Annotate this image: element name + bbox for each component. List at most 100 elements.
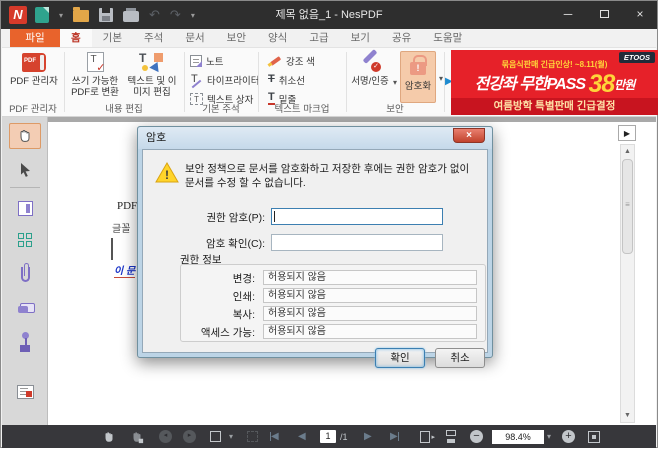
tab-advanced[interactable]: 고급	[298, 29, 339, 47]
first-page-button[interactable]: ◀	[270, 425, 279, 448]
continuous-view-button[interactable]	[446, 425, 456, 448]
cursor-arrow-icon	[20, 163, 30, 177]
single-page-icon	[420, 430, 435, 443]
permission-value: 허용되지 않음	[263, 324, 477, 339]
hand-pan-button[interactable]	[102, 425, 116, 448]
page-mode-caret-icon[interactable]: ▾	[229, 425, 233, 448]
paperclip-icon	[20, 262, 30, 282]
ad-price-unit: 만원	[614, 78, 635, 92]
lock-icon	[410, 55, 427, 75]
tab-help[interactable]: 도움말	[422, 29, 473, 47]
permission-password-input[interactable]	[271, 208, 443, 225]
fit-screen-icon	[588, 430, 600, 443]
single-page-view-button[interactable]	[420, 425, 435, 448]
permission-row: 변경: 허용되지 않음	[181, 270, 477, 285]
tab-view[interactable]: 보기	[340, 29, 381, 47]
scroll-down-icon[interactable]: ▼	[621, 409, 634, 422]
page-number-box[interactable]: 1	[320, 425, 336, 448]
page-total-label: /1	[340, 431, 348, 442]
tab-security[interactable]: 보안	[216, 29, 257, 47]
strikethrough-button[interactable]: T 취소선	[268, 72, 305, 87]
dialog-warning-text: 보안 정책으로 문서를 암호화하고 저장한 후에는 권한 암호가 없이 문서를 …	[185, 163, 470, 190]
history-back-button[interactable]: ◂	[159, 425, 172, 448]
stamp-panel-button[interactable]	[9, 327, 41, 353]
convert-writable-pdf-button[interactable]: 쓰기 가능한 PDF로 변환	[68, 50, 122, 99]
svg-text:!: !	[165, 168, 169, 182]
tab-basic[interactable]: 기본	[92, 29, 133, 47]
window-controls: ─ ×	[557, 5, 651, 23]
panel-toggle-button[interactable]: ▶	[618, 125, 636, 141]
document-text: PDF	[117, 200, 138, 212]
permission-row: 액세스 가능: 허용되지 않음	[181, 324, 477, 339]
dialog-title: 암호	[138, 127, 492, 149]
tab-forms[interactable]: 양식	[257, 29, 298, 47]
confirm-password-label: 암호 확인(C):	[205, 238, 265, 250]
warning-icon: !	[155, 162, 179, 188]
statusbar: ◂ ▸ ▾ ◀ ◀ 1 /1 ▶ ▶ − 98.4% ▾ +	[2, 425, 656, 448]
fullscreen-button[interactable]	[588, 425, 600, 448]
zoom-in-button[interactable]: +	[562, 425, 575, 448]
document-link-text: 이 문	[114, 262, 136, 278]
ad-headline: 전강좌 무한PASS 38만원	[474, 70, 636, 98]
ad-tagline: 묶음식판매 긴급인상! ~8.11(월)	[501, 60, 608, 69]
next-page-button[interactable]: ▶	[364, 425, 372, 448]
highlight-color-button[interactable]: 강조 색	[268, 53, 315, 68]
permission-info-groupbox: 변경: 허용되지 않음 인쇄: 허용되지 않음 복사: 허용되지 않음 액세스 …	[180, 264, 486, 342]
zoom-out-button[interactable]: −	[470, 425, 483, 448]
bookmark-icon	[17, 200, 33, 216]
permission-value: 허용되지 않음	[263, 306, 477, 321]
hand-select-button[interactable]	[130, 425, 144, 448]
history-forward-button[interactable]: ▸	[183, 425, 196, 448]
cancel-button[interactable]: 취소	[435, 348, 485, 368]
last-page-button[interactable]: ▶	[390, 425, 399, 448]
note-button[interactable]: 노트	[190, 53, 223, 68]
ok-button[interactable]: 확인	[375, 348, 425, 368]
group-label-markup: 텍스트 마크업	[274, 104, 330, 115]
vertical-scrollbar[interactable]: ▲ ▼	[620, 144, 635, 423]
maximize-button[interactable]	[593, 5, 615, 23]
sign-caret-icon[interactable]: ▾	[393, 78, 397, 87]
bookmarks-panel-button[interactable]	[9, 195, 41, 221]
attachments-panel-button[interactable]	[9, 261, 41, 287]
scroll-up-icon[interactable]: ▲	[621, 145, 634, 158]
hand-tool-button[interactable]	[9, 123, 41, 149]
titlebar: N ▾ ↶ ↷ ▾ 제목 없음_1 - NesPDF ─ ×	[1, 1, 657, 29]
comments-panel-button[interactable]	[9, 295, 41, 321]
tab-comment[interactable]: 주석	[133, 29, 174, 47]
sign-certify-button[interactable]: 서명/인증	[348, 50, 392, 87]
confirm-password-input[interactable]	[271, 234, 443, 251]
application-frame: N ▾ ↶ ↷ ▾ 제목 없음_1 - NesPDF ─ × 파일 홈 기본 주…	[0, 0, 658, 448]
close-button[interactable]: ×	[629, 5, 651, 23]
tab-share[interactable]: 공유	[381, 29, 422, 47]
group-label-content-edit: 내용 편집	[105, 104, 143, 115]
tab-file[interactable]: 파일	[10, 29, 60, 47]
signatures-panel-button[interactable]	[9, 379, 41, 405]
password-dialog: 암호 × ! 보안 정책으로 문서를 암호화하고 저장한 후에는 권한 암호가 …	[137, 126, 493, 368]
dialog-body: ! 보안 정책으로 문서를 암호화하고 저장한 후에는 권한 암호가 없이 문서…	[142, 149, 488, 368]
certificate-icon	[16, 385, 34, 399]
encrypt-caret-icon[interactable]: ▾	[439, 74, 443, 83]
tab-document[interactable]: 문서	[174, 29, 215, 47]
sign-pen-icon	[359, 52, 381, 72]
group-label-pdf-manager: PDF 관리자	[9, 104, 57, 115]
ad-banner[interactable]: ETOOS 묶음식판매 긴급인상! ~8.11(월) 전강좌 무한PASS 38…	[451, 50, 658, 115]
zoom-caret-icon[interactable]: ▾	[547, 425, 551, 448]
edit-text-image-button[interactable]: T 텍스트 및 이미지 편집	[124, 50, 180, 99]
page-display-mode-button[interactable]	[210, 425, 221, 448]
dialog-close-button[interactable]: ×	[453, 128, 485, 143]
permission-value: 허용되지 않음	[263, 288, 477, 303]
prev-page-button[interactable]: ◀	[298, 425, 306, 448]
pdf-manager-button[interactable]: PDF 관리자	[8, 50, 60, 87]
zoom-level-box[interactable]: 98.4%	[492, 425, 544, 448]
scrollbar-thumb[interactable]	[622, 159, 633, 254]
thumbnails-panel-button[interactable]	[9, 227, 41, 253]
typewriter-button[interactable]: 타이프라이터	[190, 72, 259, 87]
tab-home[interactable]: 홈	[60, 29, 92, 47]
text-cursor	[111, 238, 113, 260]
pdf-book-icon	[22, 52, 46, 72]
select-tool-button[interactable]	[9, 157, 41, 183]
snapshot-button[interactable]	[247, 425, 258, 448]
encrypt-button[interactable]: 암호화	[400, 51, 436, 103]
minimize-button[interactable]: ─	[557, 5, 579, 23]
permission-row: 복사: 허용되지 않음	[181, 306, 477, 321]
